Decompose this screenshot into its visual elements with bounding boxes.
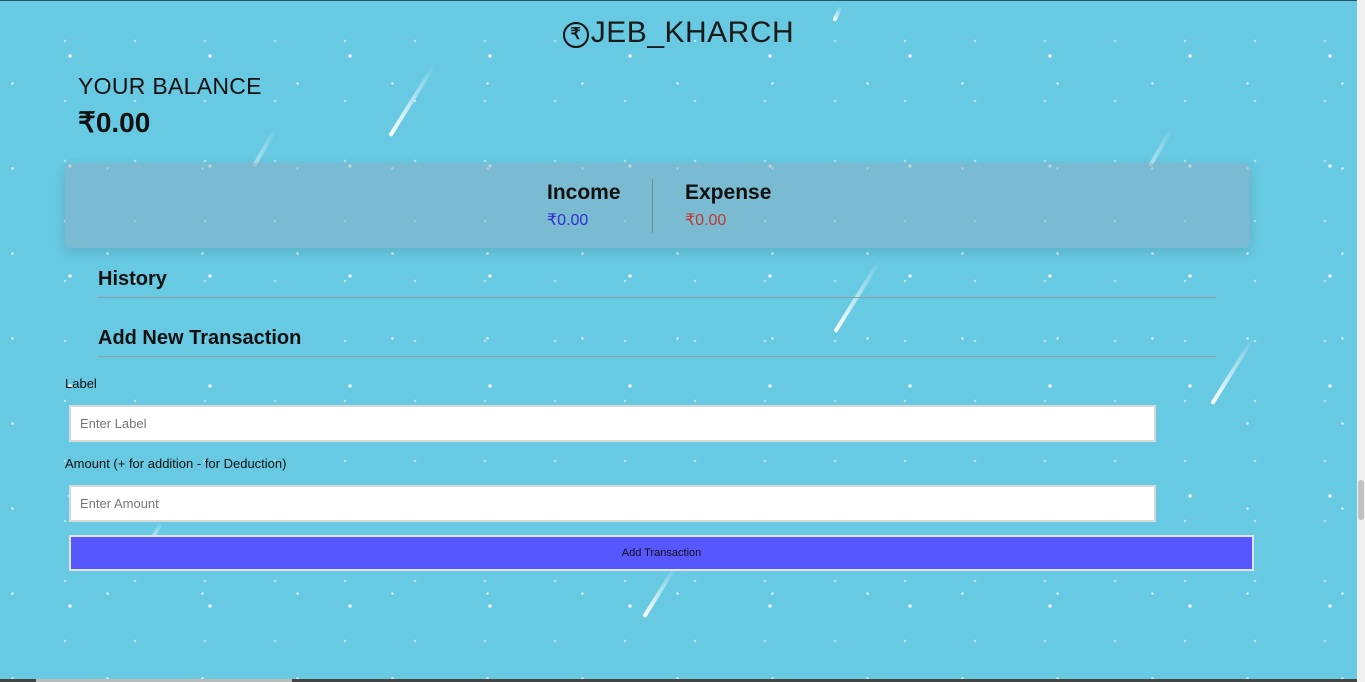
- shooting-star: [388, 62, 437, 138]
- income-summary: Income ₹0.00: [547, 181, 621, 230]
- amount-input[interactable]: [69, 485, 1156, 522]
- expense-label: Expense: [685, 181, 772, 204]
- rupee-coin-icon: ₹: [562, 22, 589, 48]
- shooting-star: [1148, 126, 1175, 167]
- shooting-star: [1210, 336, 1256, 406]
- income-value: ₹0.00: [547, 212, 589, 229]
- income-label: Income: [547, 181, 621, 204]
- shooting-star: [252, 126, 279, 167]
- balance-label: YOUR BALANCE: [78, 73, 262, 99]
- summary-divider: [652, 179, 653, 233]
- history-heading: History: [98, 268, 1216, 298]
- income-expense-card: Income ₹0.00 Expense ₹0.00: [65, 163, 1250, 248]
- add-transaction-button[interactable]: Add Transaction: [69, 535, 1254, 571]
- vertical-scrollbar[interactable]: [1357, 0, 1365, 682]
- label-input[interactable]: [69, 405, 1156, 442]
- scrollbar-thumb[interactable]: [1358, 480, 1364, 520]
- app-title: JEB_KHARCH: [590, 16, 795, 49]
- expense-value: ₹0.00: [685, 212, 727, 229]
- expense-summary: Expense ₹0.00: [685, 181, 771, 230]
- amount-field-label: Amount (+ for addition - for Deduction): [65, 456, 287, 471]
- app-header: ₹ JEB_KHARCH: [0, 16, 1357, 50]
- balance-value: ₹0.00: [78, 107, 151, 138]
- shooting-star: [642, 565, 678, 619]
- add-transaction-heading: Add New Transaction: [98, 327, 1216, 357]
- label-field-label: Label: [65, 376, 97, 391]
